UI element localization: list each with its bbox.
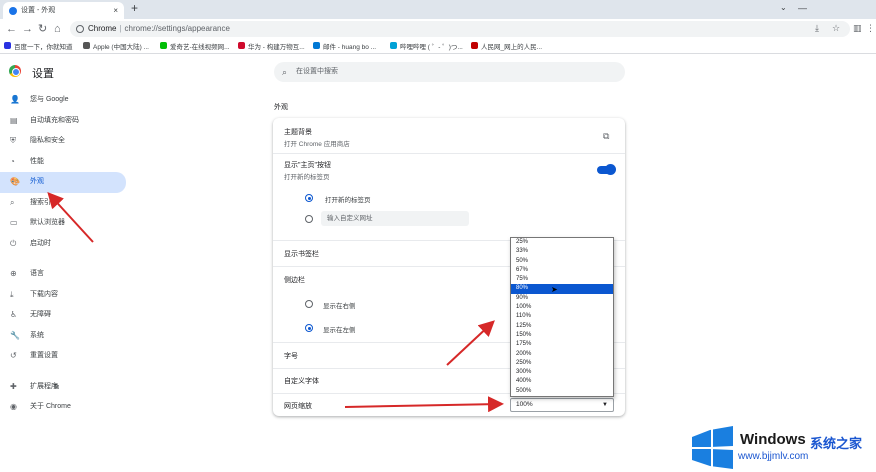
watermark-cn: 系统之家 xyxy=(810,436,863,451)
arrow-to-dropdown xyxy=(446,320,495,366)
annotation-arrows xyxy=(47,192,504,413)
arrow-to-zoom-select xyxy=(344,396,504,413)
watermark-url: www.bjjmlv.com xyxy=(738,451,809,462)
arrow-to-appearance xyxy=(47,192,94,243)
watermark-brand: Windows xyxy=(740,431,806,448)
